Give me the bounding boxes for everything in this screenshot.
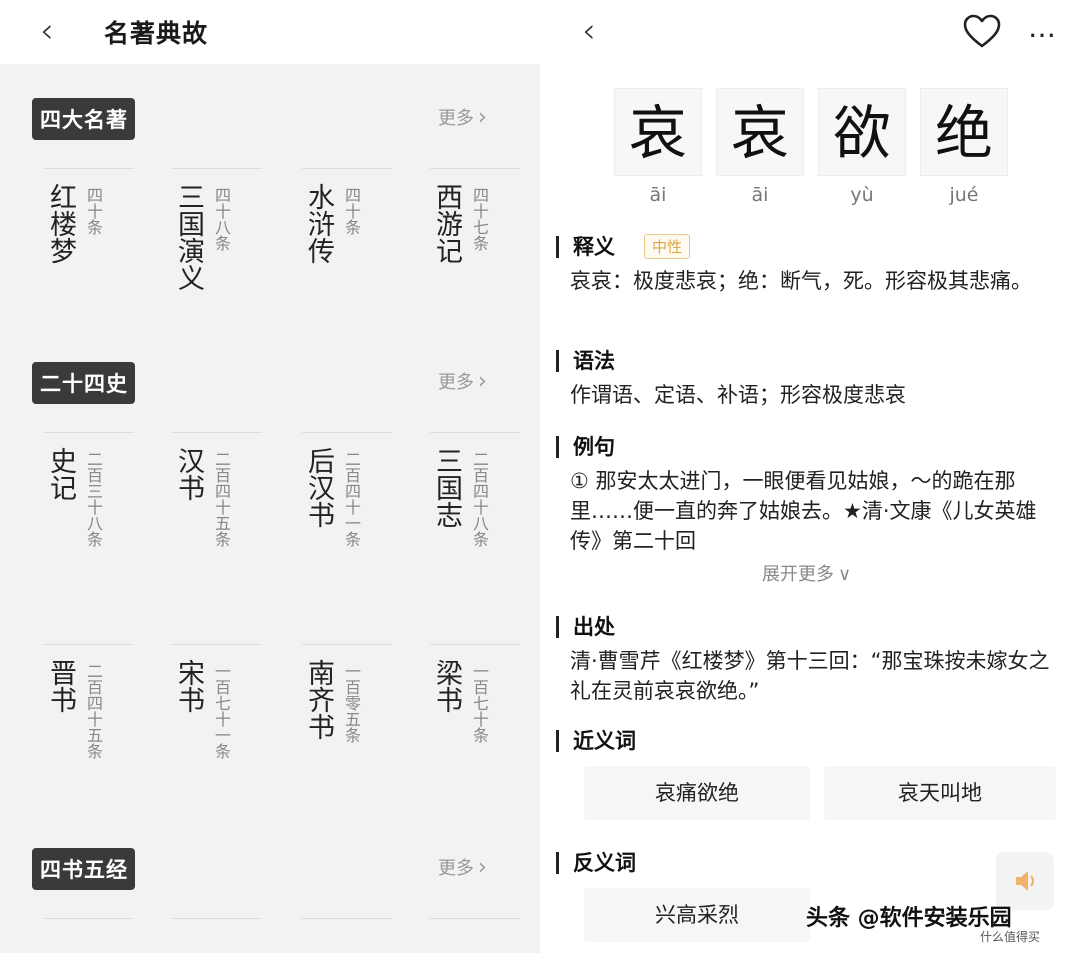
book-item[interactable]: 红楼梦 四十条 bbox=[44, 168, 134, 348]
book-name: 史记 bbox=[45, 447, 76, 501]
book-item[interactable]: 三国演义 四十八条 bbox=[172, 168, 262, 348]
pinyin: jué bbox=[949, 184, 979, 206]
synonym-chip[interactable]: 哀天叫地 bbox=[824, 766, 1056, 820]
speaker-icon bbox=[1016, 871, 1034, 891]
book-item[interactable]: 南齐书 一百零五条 bbox=[302, 644, 392, 834]
expand-more-link[interactable]: 展开更多 ∨ bbox=[762, 560, 851, 586]
source-text: 清·曹雪芹《红楼梦》第十三回：“那宝珠按未嫁女之礼在灵前哀哀欲绝。” bbox=[570, 649, 1050, 703]
book-name: 晋书 bbox=[45, 659, 76, 713]
more-label: 更多 bbox=[438, 858, 474, 879]
book-name: 梁书 bbox=[431, 659, 462, 713]
book-item[interactable]: 史记 二百三十八条 bbox=[44, 432, 134, 632]
book-count: 二百四十八条 bbox=[470, 451, 489, 547]
chevron-right-icon: › bbox=[478, 369, 487, 394]
left-panel: ‹ 名著典故 四大名著 更多 › 红楼梦 四十条 三国演义 四十八条 水浒传 四十… bbox=[0, 0, 540, 953]
book-item-partial bbox=[172, 918, 262, 919]
book-name: 宋书 bbox=[173, 659, 204, 713]
book-count: 一百七十一条 bbox=[212, 663, 231, 759]
pinyin: yù bbox=[850, 184, 874, 206]
book-item[interactable]: 梁书 一百七十条 bbox=[430, 644, 520, 834]
chevron-down-icon: ∨ bbox=[838, 564, 852, 585]
back-chevron-left-icon[interactable]: ‹ bbox=[40, 14, 54, 48]
more-link-four-classics[interactable]: 更多 › bbox=[438, 104, 487, 130]
book-item[interactable]: 晋书 二百四十五条 bbox=[44, 644, 134, 834]
book-name: 三国演义 bbox=[173, 183, 204, 291]
book-item[interactable]: 汉书 二百四十五条 bbox=[172, 432, 262, 632]
book-item[interactable]: 后汉书 二百四十一条 bbox=[302, 432, 392, 632]
idiom-character: 绝 bbox=[920, 88, 1008, 176]
book-count: 二百四十一条 bbox=[342, 451, 361, 547]
pinyin: āi bbox=[751, 184, 769, 206]
section-tag-four-classics: 四大名著 bbox=[32, 98, 135, 140]
section-tag-four-books-five-classics: 四书五经 bbox=[32, 848, 135, 890]
section-title-meaning: 释义 bbox=[556, 236, 615, 258]
chevron-right-icon: › bbox=[478, 105, 487, 130]
book-item[interactable]: 三国志 二百四十八条 bbox=[430, 432, 520, 632]
example-text: ① 那安太太进门，一眼便看见姑娘，～的跪在那里……便一直的奔了姑娘去。★清·文康… bbox=[570, 469, 1037, 553]
watermark-corner: 什么值得买 bbox=[980, 930, 1041, 944]
book-name: 后汉书 bbox=[303, 447, 334, 528]
sentiment-badge: 中性 bbox=[644, 234, 691, 259]
more-label: 更多 bbox=[438, 372, 474, 393]
more-dots-icon[interactable]: … bbox=[1028, 14, 1057, 42]
expand-label: 展开更多 bbox=[762, 564, 834, 585]
more-label: 更多 bbox=[438, 108, 474, 129]
book-name: 西游记 bbox=[431, 183, 462, 264]
book-item[interactable]: 水浒传 四十条 bbox=[302, 168, 392, 348]
book-count: 二百四十五条 bbox=[212, 451, 231, 547]
idiom-character: 欲 bbox=[818, 88, 906, 176]
section-title-synonyms: 近义词 bbox=[556, 730, 636, 752]
book-name: 汉书 bbox=[173, 447, 204, 501]
book-name: 南齐书 bbox=[303, 659, 334, 740]
book-count: 一百七十条 bbox=[470, 663, 489, 743]
page-title: 名著典故 bbox=[104, 19, 209, 48]
chevron-right-icon: › bbox=[478, 855, 487, 880]
book-name: 水浒传 bbox=[303, 183, 334, 264]
book-count: 二百四十五条 bbox=[84, 663, 103, 759]
book-name: 三国志 bbox=[431, 447, 462, 528]
pinyin: āi bbox=[649, 184, 667, 206]
meaning-text: 哀哀：极度悲哀；绝：断气，死。形容极其悲痛。 bbox=[570, 269, 1032, 293]
section-title-grammar: 语法 bbox=[556, 350, 615, 372]
section-tag-24-histories: 二十四史 bbox=[32, 362, 135, 404]
section-title-antonyms: 反义词 bbox=[556, 852, 636, 874]
book-item[interactable]: 西游记 四十七条 bbox=[430, 168, 520, 348]
book-count: 二百三十八条 bbox=[84, 451, 103, 547]
right-panel: ‹ … 哀 哀 欲 绝 āi āi yù jué 释义 中性 哀哀：极度悲哀；绝… bbox=[540, 0, 1080, 953]
book-item-partial bbox=[44, 918, 134, 919]
idiom-character: 哀 bbox=[716, 88, 804, 176]
left-header: ‹ 名著典故 bbox=[0, 0, 540, 64]
antonym-chip[interactable]: 兴高采烈 bbox=[584, 888, 810, 942]
book-count: 四十八条 bbox=[212, 187, 231, 251]
book-item[interactable]: 宋书 一百七十一条 bbox=[172, 644, 262, 834]
section-title-example: 例句 bbox=[556, 436, 615, 458]
grammar-text: 作谓语、定语、补语；形容极度悲哀 bbox=[570, 383, 906, 407]
book-count: 四十条 bbox=[342, 187, 361, 235]
more-link-24-histories[interactable]: 更多 › bbox=[438, 368, 487, 394]
synonym-chip[interactable]: 哀痛欲绝 bbox=[584, 766, 810, 820]
back-chevron-left-icon[interactable]: ‹ bbox=[582, 14, 596, 48]
book-count: 四十七条 bbox=[470, 187, 489, 251]
book-count: 四十条 bbox=[84, 187, 103, 235]
more-link-four-books[interactable]: 更多 › bbox=[438, 854, 487, 880]
heart-icon[interactable] bbox=[962, 12, 1002, 52]
book-item-partial bbox=[430, 918, 520, 919]
book-name: 红楼梦 bbox=[45, 183, 76, 264]
idiom-character: 哀 bbox=[614, 88, 702, 176]
book-item-partial bbox=[302, 918, 392, 919]
book-count: 一百零五条 bbox=[342, 663, 361, 743]
section-title-source: 出处 bbox=[556, 616, 615, 638]
